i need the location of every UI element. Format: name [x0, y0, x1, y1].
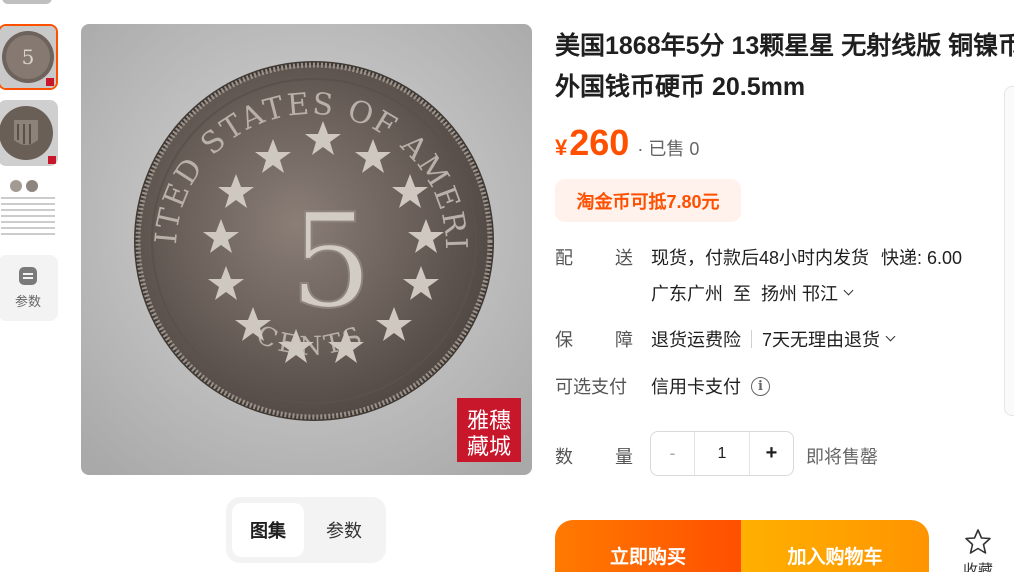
svg-text:雅穗: 雅穗 — [467, 409, 511, 434]
guarantee-label: 保障 — [555, 330, 633, 350]
quantity-label: 数量 — [555, 447, 633, 467]
favorite-button[interactable]: 收藏 — [958, 528, 998, 572]
params-thumb-label: 参数 — [14, 293, 41, 309]
chevron-down-icon — [843, 285, 854, 296]
price: 260 — [569, 122, 630, 163]
coin-discount-badge[interactable]: 淘金币可抵7.80元 — [555, 179, 741, 222]
quantity-stepper: - 1 + — [650, 431, 794, 476]
payment-method: 信用卡支付 — [651, 377, 741, 397]
tab-gallery[interactable]: 图集 — [232, 503, 304, 557]
star-icon — [965, 529, 991, 554]
svg-text:藏城: 藏城 — [467, 435, 511, 460]
sold-count: · 已售 0 — [637, 139, 700, 159]
shipping-fee: 快递: 6.00 — [881, 248, 963, 268]
decrease-button[interactable]: - — [651, 432, 695, 475]
favorite-label: 收藏 — [962, 562, 993, 572]
payment-info: 信用卡支付 i — [651, 373, 770, 399]
buy-now-button[interactable]: 立即购买 — [555, 520, 741, 572]
stock-note: 即将售罄 — [806, 447, 878, 467]
price-row: ¥ 260 · 已售 0 — [555, 122, 699, 164]
chevron-down-icon — [885, 331, 896, 342]
thumbnail-partial[interactable] — [2, 0, 52, 4]
delivery-time: 现货，付款后48小时内发货 — [651, 248, 870, 268]
delivery-info: 现货，付款后48小时内发货 快递: 6.00 — [651, 244, 962, 270]
side-panel-edge[interactable] — [1004, 86, 1014, 416]
payment-label: 可选支付 — [555, 377, 627, 397]
svg-text:5: 5 — [22, 45, 35, 69]
quantity-input[interactable]: 1 — [695, 432, 749, 475]
delivery-label: 配送 — [555, 248, 633, 268]
guarantee-info[interactable]: 退货运费险 7天无理由退货 — [651, 326, 896, 352]
thumbnail-coin-front[interactable]: 5 — [0, 24, 58, 90]
product-detail-page: 5 参数 ITED STATES OF AMERI C N S 5 雅穗 藏城 … — [0, 0, 1014, 572]
increase-button[interactable]: + — [749, 432, 793, 475]
purchase-actions: 立即购买 加入购物车 — [555, 520, 929, 572]
ship-from: 广东广州 — [651, 284, 723, 304]
ship-destination: 扬州 邗江 — [761, 284, 839, 304]
product-title: 美国1868年5分 13颗星星 无射线版 铜镍币 外国钱币硬币 20.5mm — [555, 32, 1014, 101]
thumbnail-coin-back[interactable] — [0, 100, 58, 166]
thumbnail-spec-table[interactable] — [0, 176, 58, 242]
thumbnail-params[interactable]: 参数 — [0, 255, 58, 321]
divider — [751, 330, 752, 348]
guarantee-item-2: 7天无理由退货 — [762, 330, 881, 350]
delivery-route[interactable]: 广东广州 至 扬州 邗江 — [651, 280, 854, 306]
add-to-cart-button[interactable]: 加入购物车 — [741, 520, 929, 572]
params-icon — [19, 266, 37, 285]
info-icon[interactable]: i — [751, 376, 770, 396]
guarantee-item-1: 退货运费险 — [651, 330, 741, 350]
coin-denomination: 5 — [290, 185, 373, 337]
tab-params[interactable]: 参数 — [308, 503, 380, 557]
main-product-image[interactable]: UNITED STATES OF AMERICA CENTS 5 — [81, 24, 532, 475]
gallery-tabs: 图集 参数 — [226, 497, 386, 563]
route-to-word: 至 — [733, 284, 751, 304]
currency-symbol: ¥ — [555, 135, 568, 160]
